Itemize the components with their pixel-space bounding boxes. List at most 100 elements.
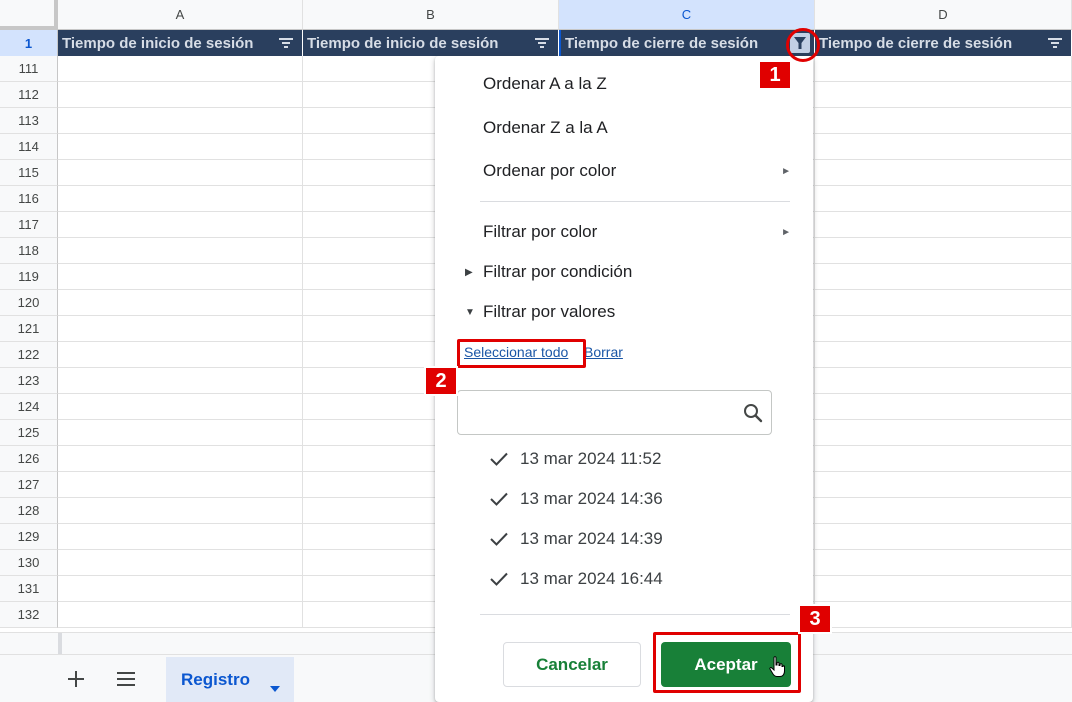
expand-right-icon[interactable]: ▶ — [465, 267, 473, 278]
cell[interactable] — [815, 238, 1072, 264]
cell[interactable] — [58, 82, 303, 108]
cancel-button[interactable]: Cancelar — [503, 642, 641, 687]
cell[interactable] — [815, 602, 1072, 628]
row-number[interactable]: 116 — [0, 186, 58, 212]
filter-by-values-item[interactable]: Filtrar por valores — [483, 302, 615, 322]
cell[interactable] — [815, 290, 1072, 316]
caret-down-icon[interactable] — [270, 677, 280, 697]
cell[interactable] — [815, 160, 1072, 186]
checkmark-icon[interactable] — [487, 487, 511, 511]
cell[interactable] — [815, 550, 1072, 576]
cell[interactable] — [815, 368, 1072, 394]
sort-z-a-item[interactable]: Ordenar Z a la A — [483, 118, 608, 138]
column-d-header[interactable]: D — [815, 0, 1072, 30]
value-option[interactable]: 13 mar 2024 14:36 — [487, 487, 663, 511]
cell[interactable] — [815, 420, 1072, 446]
row-number[interactable]: 113 — [0, 108, 58, 134]
row-number[interactable]: 127 — [0, 472, 58, 498]
cell[interactable] — [815, 524, 1072, 550]
filter-icon[interactable] — [534, 35, 550, 51]
cell[interactable] — [58, 238, 303, 264]
filter-by-color-item[interactable]: Filtrar por color — [483, 222, 783, 242]
cell[interactable] — [815, 82, 1072, 108]
value-option[interactable]: 13 mar 2024 11:52 — [487, 447, 661, 471]
cell[interactable] — [58, 446, 303, 472]
row-number[interactable]: 126 — [0, 446, 58, 472]
row-number[interactable]: 115 — [0, 160, 58, 186]
cell[interactable] — [58, 316, 303, 342]
plus-icon[interactable] — [62, 665, 90, 693]
row-number[interactable]: 125 — [0, 420, 58, 446]
cell[interactable] — [58, 264, 303, 290]
column-c-header[interactable]: C — [559, 0, 815, 30]
row-number[interactable]: 132 — [0, 602, 58, 628]
cell[interactable] — [58, 134, 303, 160]
value-search-input[interactable] — [457, 390, 772, 435]
search-icon[interactable] — [743, 403, 763, 428]
cell[interactable] — [815, 498, 1072, 524]
sort-by-color-item[interactable]: Ordenar por color — [483, 161, 783, 181]
row-number[interactable]: 117 — [0, 212, 58, 238]
checkmark-icon[interactable] — [487, 447, 511, 471]
cell[interactable] — [815, 134, 1072, 160]
value-option[interactable]: 13 mar 2024 14:39 — [487, 527, 663, 551]
row-number-1[interactable]: 1 — [0, 30, 58, 56]
cell[interactable] — [815, 264, 1072, 290]
cell[interactable] — [58, 290, 303, 316]
cell[interactable] — [58, 368, 303, 394]
cell[interactable] — [58, 524, 303, 550]
row-number[interactable]: 123 — [0, 368, 58, 394]
cell[interactable] — [815, 394, 1072, 420]
row-number[interactable]: 124 — [0, 394, 58, 420]
clear-link[interactable]: Borrar — [584, 344, 623, 360]
sort-a-z-item[interactable]: Ordenar A a la Z — [483, 74, 607, 94]
row-number[interactable]: 114 — [0, 134, 58, 160]
header-cell-d[interactable]: Tiempo de cierre de sesión — [815, 30, 1072, 56]
cell[interactable] — [815, 472, 1072, 498]
cell[interactable] — [58, 420, 303, 446]
cell[interactable] — [58, 498, 303, 524]
cell[interactable] — [58, 576, 303, 602]
frozen-column-divider[interactable] — [58, 633, 62, 655]
cell[interactable] — [58, 186, 303, 212]
cell[interactable] — [58, 472, 303, 498]
header-cell-b[interactable]: Tiempo de inicio de sesión — [303, 30, 559, 56]
filter-by-condition-item[interactable]: Filtrar por condición — [483, 262, 632, 282]
row-number[interactable]: 129 — [0, 524, 58, 550]
cell[interactable] — [815, 316, 1072, 342]
cell[interactable] — [58, 56, 303, 82]
cell[interactable] — [58, 160, 303, 186]
cell[interactable] — [815, 576, 1072, 602]
row-number[interactable]: 130 — [0, 550, 58, 576]
row-number[interactable]: 121 — [0, 316, 58, 342]
cell[interactable] — [815, 108, 1072, 134]
row-number[interactable]: 111 — [0, 56, 58, 82]
column-a-header[interactable]: A — [58, 0, 303, 30]
row-number[interactable]: 120 — [0, 290, 58, 316]
menu-icon[interactable] — [112, 665, 140, 693]
cell[interactable] — [58, 550, 303, 576]
filter-icon[interactable] — [1047, 35, 1063, 51]
cell[interactable] — [58, 602, 303, 628]
cell[interactable] — [815, 342, 1072, 368]
header-cell-c[interactable]: Tiempo de cierre de sesión — [559, 30, 815, 56]
cell[interactable] — [815, 212, 1072, 238]
row-number[interactable]: 128 — [0, 498, 58, 524]
cell[interactable] — [815, 56, 1072, 82]
cell[interactable] — [58, 342, 303, 368]
row-number[interactable]: 122 — [0, 342, 58, 368]
value-option[interactable]: 13 mar 2024 16:44 — [487, 567, 663, 591]
cell[interactable] — [58, 394, 303, 420]
cell[interactable] — [815, 186, 1072, 212]
sheet-tab-registro[interactable]: Registro — [166, 657, 294, 702]
checkmark-icon[interactable] — [487, 567, 511, 591]
filter-icon[interactable] — [278, 35, 294, 51]
row-number[interactable]: 118 — [0, 238, 58, 264]
expand-down-icon[interactable]: ▼ — [465, 307, 475, 318]
cell[interactable] — [815, 446, 1072, 472]
row-number[interactable]: 112 — [0, 82, 58, 108]
cell[interactable] — [58, 212, 303, 238]
row-number[interactable]: 131 — [0, 576, 58, 602]
cell[interactable] — [58, 108, 303, 134]
select-all-corner[interactable] — [0, 0, 58, 30]
